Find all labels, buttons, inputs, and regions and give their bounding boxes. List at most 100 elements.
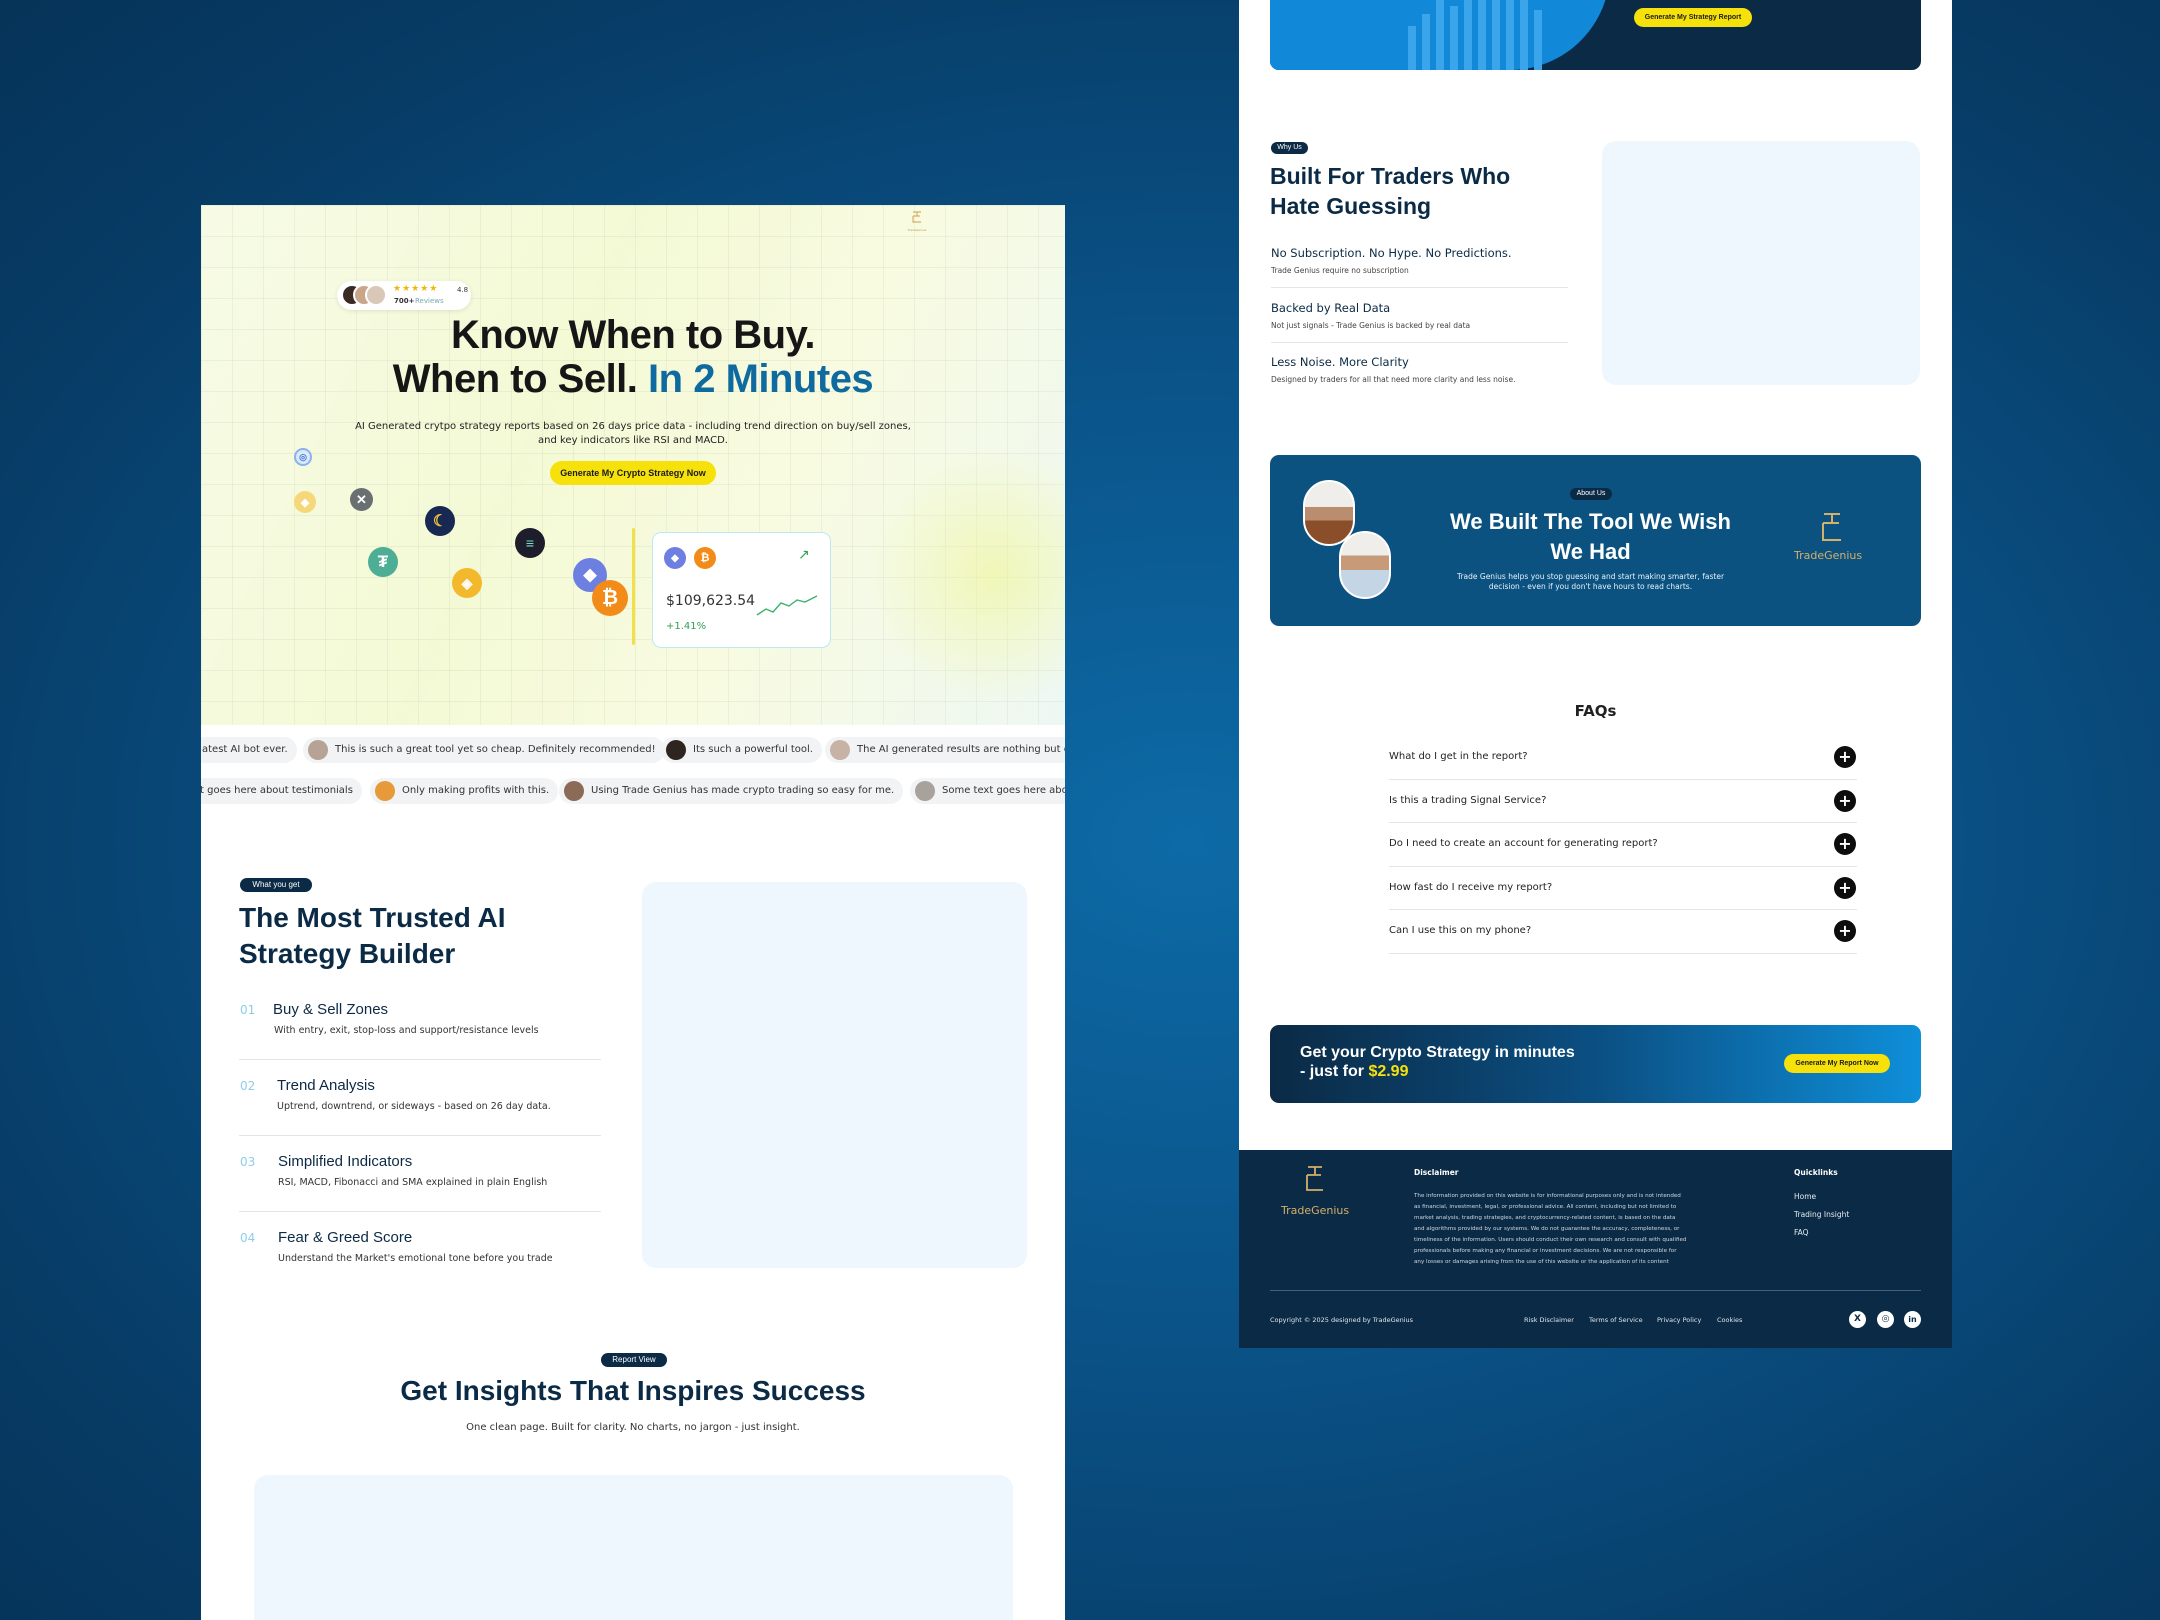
testimonial-pill: Only making profits with this. [370,778,559,804]
disclaimer-title: Disclaimer [1414,1168,1459,1177]
x-icon[interactable]: X [1849,1311,1866,1328]
avatar [830,740,850,760]
divider [239,1211,601,1212]
solana-icon: ≡ [515,528,545,558]
testimonial-pill: atest AI bot ever. [201,737,297,763]
why-item-desc: Designed by traders for all that need mo… [1271,375,1516,384]
footer-link-cookies[interactable]: Cookies [1717,1316,1742,1324]
feature-desc: Understand the Market's emotional tone b… [278,1253,553,1264]
landing-page-top: TradeGenius ★★★★★ 4.8 700+ Reviews Know … [201,205,1065,1620]
avatar [564,781,584,801]
divider [1389,866,1857,867]
luna-icon: ☾ [425,506,455,536]
linkedin-icon[interactable]: in [1904,1311,1921,1328]
copyright: Copyright © 2025 designed by TradeGenius [1270,1316,1414,1324]
feature-title: Fear & Greed Score [278,1229,413,1246]
divider [1389,953,1857,954]
chainlink-icon: ◎ [294,448,312,466]
footer-link-risk-disclaimer[interactable]: Risk Disclaimer [1524,1316,1574,1324]
faq-question[interactable]: How fast do I receive my report? [1389,882,1552,893]
faq-expand-icon[interactable]: + [1834,877,1856,899]
disclaimer-line: as financial, investment, legal, or prof… [1414,1204,1677,1210]
divider [239,1135,601,1136]
faq-expand-icon[interactable]: + [1834,920,1856,942]
avatar [308,740,328,760]
brand-logo-icon [912,211,921,223]
cta-banner-line2: - just for $2.99 [1300,1063,1408,1081]
footer-link-privacy[interactable]: Privacy Policy [1657,1316,1701,1324]
cta-banner-price: $2.99 [1368,1063,1409,1080]
feature-title: Buy & Sell Zones [273,1001,389,1018]
price-card: ◆ ₿ ↗ $109,623.54 +1.41% [652,532,831,648]
quicklink-home[interactable]: Home [1794,1192,1816,1201]
divider [1389,822,1857,823]
bitcoin-icon: ₿ [694,547,716,569]
faq-expand-icon[interactable]: + [1834,790,1856,812]
avatar [915,781,935,801]
price-change: +1.41% [666,621,707,632]
quicklink-trading-insight[interactable]: Trading Insight [1794,1210,1849,1219]
testimonial-pill: Its such a powerful tool. [661,737,822,763]
rating-score: 4.8 [457,286,469,294]
faq-expand-icon[interactable]: + [1834,746,1856,768]
feature-image-placeholder [642,882,1027,1268]
feature-number: 04 [240,1231,256,1245]
instagram-icon[interactable]: ◎ [1877,1311,1894,1328]
landing-page-bottom: Generate My Strategy Report Why Us Built… [1239,0,1952,1348]
avatar [666,740,686,760]
why-item-desc: Trade Genius require no subscription [1271,266,1409,275]
footer-divider [1270,1290,1921,1291]
about-title-line1: We Built The Tool We Wish [1450,509,1731,534]
disclaimer-line: market analysis, trading strategies, and… [1414,1215,1676,1221]
feature-desc: RSI, MACD, Fibonacci and SMA explained i… [278,1177,548,1188]
why-item-desc: Not just signals - Trade Genius is backe… [1271,321,1471,330]
top-banner: Generate My Strategy Report [1270,0,1921,70]
feature-title: Trend Analysis [277,1077,375,1094]
feature-title: Simplified Indicators [278,1153,413,1170]
testimonial-text: Using Trade Genius has made crypto tradi… [591,785,895,796]
top-banner-cta[interactable]: Generate My Strategy Report [1634,8,1752,27]
brand-logo[interactable]: TradeGenius [902,209,932,233]
hero-section: TradeGenius ★★★★★ 4.8 700+ Reviews Know … [201,205,1065,725]
cta-banner: Get your Crypto Strategy in minutes - ju… [1270,1025,1921,1103]
divider [1271,342,1568,343]
disclaimer-line: timeliness of the information. Users sho… [1414,1237,1687,1243]
testimonial-pill: This is such a great tool yet so cheap. … [303,737,665,763]
faq-question[interactable]: Can I use this on my phone? [1389,925,1531,936]
divider [1271,287,1568,288]
hero-subtitle-line2: and key indicators like RSI and MACD. [538,435,728,446]
quicklink-faq[interactable]: FAQ [1794,1228,1809,1237]
why-us-title-line2: Hate Guessing [1270,193,1432,219]
rating-count: 700+ [394,297,415,305]
feature-desc: Uptrend, downtrend, or sideways - based … [277,1101,551,1112]
divider [1389,909,1857,910]
section-badge: About Us [1570,488,1612,500]
hero-title-line1: Know When to Buy. [450,313,816,357]
sparkline-chart [756,595,818,616]
divider [239,1059,601,1060]
brand-logo-icon [1822,513,1841,541]
testimonial-row-2: t goes here about testimonials Only maki… [201,778,1065,804]
testimonial-text: Some text goes here abou [942,785,1065,796]
why-us-title-line1: Built For Traders Who [1270,163,1511,189]
ethereum-icon: ◆ [664,547,686,569]
report-subtitle: One clean page. Built for clarity. No ch… [466,1422,800,1433]
about-desc-line1: Trade Genius helps you stop guessing and… [1456,572,1725,581]
about-us-banner: About Us We Built The Tool We Wish We Ha… [1270,455,1921,626]
faq-question[interactable]: What do I get in the report? [1389,751,1528,762]
faq-question[interactable]: Do I need to create an account for gener… [1389,838,1658,849]
testimonial-row-1: atest AI bot ever. This is such a great … [201,737,1065,763]
faq-expand-icon[interactable]: + [1834,833,1856,855]
report-title: Get Insights That Inspires Success [400,1375,866,1406]
hero-title-line2: When to Sell. In 2 Minutes [201,357,1065,402]
testimonial-pill: Some text goes here abou [910,778,1065,804]
footer-link-terms[interactable]: Terms of Service [1589,1316,1643,1324]
section-badge: What you get [240,878,312,892]
cta-banner-line1: Get your Crypto Strategy in minutes [1300,1044,1575,1061]
hero-cta-button[interactable]: Generate My Crypto Strategy Now [550,461,716,485]
rating-stars: ★★★★★ [393,284,439,294]
cta-banner-button[interactable]: Generate My Report Now [1784,1054,1890,1073]
testimonial-pill: Using Trade Genius has made crypto tradi… [559,778,904,804]
faq-question[interactable]: Is this a trading Signal Service? [1389,795,1546,806]
bitcoin-icon: ₿ [592,580,628,616]
